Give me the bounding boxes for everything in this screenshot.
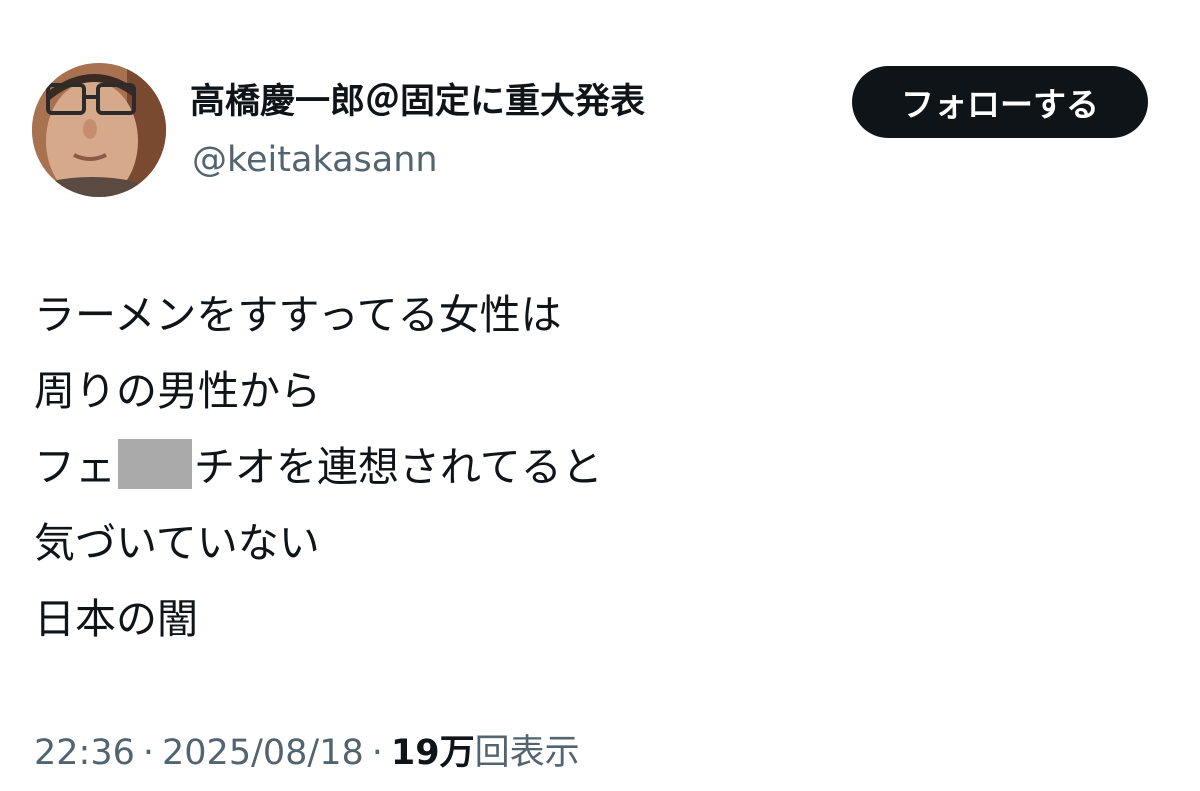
meta-separator: ·: [371, 733, 383, 773]
tweet-line-segment: チオを連想されてると: [194, 443, 603, 491]
tweet-line: ラーメンをすすってる女性は: [34, 291, 562, 339]
redaction-block: [118, 439, 192, 489]
tweet-line: 日本の闇: [34, 595, 198, 643]
follow-button[interactable]: フォローする: [852, 66, 1148, 138]
tweet-time[interactable]: 22:36: [34, 733, 135, 773]
meta-separator: ·: [142, 733, 155, 773]
author-avatar[interactable]: [32, 63, 166, 197]
tweet-line: 気づいていない: [34, 519, 320, 567]
tweet-card: 高橋慶一郎＠固定に重大発表 @keitakasann フォローする ラーメンをす…: [0, 0, 1200, 791]
tweet-meta: 22:36 · 2025/08/18 · 19万回表示: [34, 728, 580, 778]
tweet-line-segment: フェ: [34, 443, 116, 491]
views-label: 回表示: [474, 733, 580, 773]
tweet-line: フェ チオを連想されてると: [34, 429, 603, 505]
views-count: 19万: [390, 733, 475, 773]
tweet-date[interactable]: 2025/08/18: [162, 733, 364, 773]
tweet-line: 周りの男性から: [34, 367, 321, 415]
author-display-name[interactable]: 高橋慶一郎＠固定に重大発表: [190, 78, 645, 126]
author-handle[interactable]: @keitakasann: [192, 136, 438, 184]
profile-photo-icon: [32, 63, 166, 197]
tweet-text: ラーメンをすすってる女性は 周りの男性から フェ チオを連想されてると 気づいてい…: [34, 277, 603, 657]
